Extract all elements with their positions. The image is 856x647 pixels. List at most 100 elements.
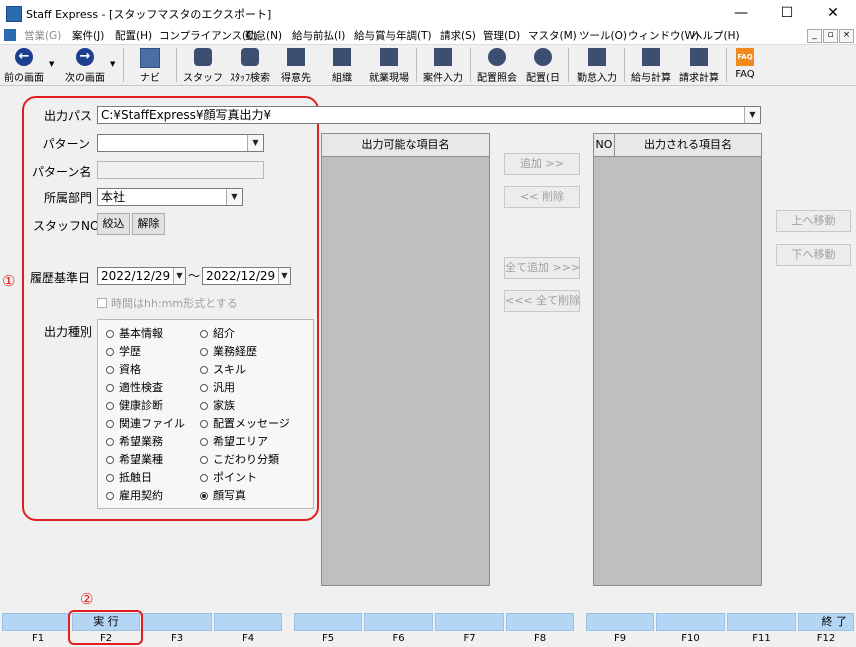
- work-site-button[interactable]: 就業現場: [366, 45, 412, 85]
- delete-all-button[interactable]: <<< 全て削除: [504, 290, 580, 312]
- radio-basic-info[interactable]: 基本情報: [106, 325, 163, 341]
- department-combobox[interactable]: 本社 ▼: [97, 188, 243, 206]
- function-key-bar: 実 行 終 了 F1 F2 F3 F4 F5 F6 F7 F8 F9 F10 F…: [0, 590, 856, 647]
- organization-button[interactable]: 組織: [322, 45, 362, 85]
- f11-label: F11: [752, 633, 771, 644]
- add-all-button[interactable]: 全て追加 >>>: [504, 257, 580, 279]
- people-calendar-icon: [534, 48, 552, 66]
- f7-key[interactable]: [435, 613, 504, 631]
- f6-key[interactable]: [364, 613, 433, 631]
- menu-compliance[interactable]: コンプライアンス(C): [159, 28, 258, 43]
- radio-placement-message[interactable]: 配置メッセージ: [200, 415, 290, 431]
- radio-related-files[interactable]: 関連ファイル: [106, 415, 185, 431]
- radio-education[interactable]: 学歴: [106, 343, 141, 359]
- release-button[interactable]: 解除: [132, 213, 165, 235]
- menu-attendance[interactable]: 勤怠(N): [245, 28, 282, 43]
- f11-key[interactable]: [727, 613, 796, 631]
- staff-button[interactable]: スタッフ: [182, 45, 224, 85]
- radio-general[interactable]: 汎用: [200, 379, 235, 395]
- radio-family[interactable]: 家族: [200, 397, 235, 413]
- menu-case[interactable]: 案件(J): [72, 28, 104, 43]
- case-input-button[interactable]: 案件入力: [420, 45, 466, 85]
- close-button[interactable]: ✕: [810, 0, 856, 26]
- available-items-list[interactable]: [321, 156, 490, 586]
- menu-window[interactable]: ウィンドウ(W): [628, 28, 699, 43]
- prev-dropdown-icon[interactable]: ▼: [49, 60, 54, 68]
- date-to-picker[interactable]: 2022/12/29 ▼: [202, 267, 291, 285]
- f5-key[interactable]: [294, 613, 362, 631]
- time-format-checkbox[interactable]: 時間はhh:mm形式とする: [97, 295, 238, 311]
- menu-admin[interactable]: 管理(D): [483, 28, 520, 43]
- radio-conflict-date[interactable]: 抵触日: [106, 469, 152, 485]
- attendance-input-button[interactable]: 勤怠入力: [574, 45, 620, 85]
- f12-label: F12: [816, 633, 836, 644]
- payroll-calc-button[interactable]: 給与計算: [628, 45, 674, 85]
- chevron-down-icon[interactable]: ▼: [744, 107, 760, 123]
- next-screen-button[interactable]: → 次の画面: [60, 45, 110, 85]
- keyboard-icon: [140, 48, 160, 68]
- menu-payroll[interactable]: 給与賞与年調(T): [354, 28, 432, 43]
- radio-desired-area[interactable]: 希望エリア: [200, 433, 268, 449]
- prev-screen-button[interactable]: ← 前の画面: [0, 45, 48, 85]
- radio-aptitude-test[interactable]: 適性検査: [106, 379, 163, 395]
- next-dropdown-icon[interactable]: ▼: [110, 60, 115, 68]
- output-items-header: 出力される項目名: [614, 133, 762, 157]
- move-down-button[interactable]: 下へ移動: [776, 244, 851, 266]
- radio-face-photo[interactable]: 顔写真: [200, 487, 246, 503]
- staff-search-button[interactable]: ｽﾀｯﾌ検索: [226, 45, 274, 85]
- output-items-list[interactable]: [593, 156, 762, 586]
- menu-help[interactable]: ヘルプ(H): [692, 28, 740, 43]
- f4-key[interactable]: [214, 613, 282, 631]
- radio-employment-contract[interactable]: 雇用契約: [106, 487, 163, 503]
- minimize-button[interactable]: —: [718, 0, 764, 26]
- radio-selected-icon: [200, 492, 208, 500]
- chevron-down-icon[interactable]: ▼: [247, 135, 263, 151]
- placement-query-button[interactable]: 配置照会: [474, 45, 520, 85]
- menu-sales[interactable]: 営業(G): [24, 28, 61, 43]
- f9-label: F9: [613, 633, 627, 644]
- narrow-down-button[interactable]: 絞込: [97, 213, 130, 235]
- history-date-label: 履歴基準日: [30, 271, 91, 285]
- maximize-button[interactable]: ☐: [764, 0, 810, 26]
- menu-tools[interactable]: ツール(O): [579, 28, 627, 43]
- client-button[interactable]: 得意先: [276, 45, 316, 85]
- radio-work-history[interactable]: 業務経歴: [200, 343, 257, 359]
- calendar-dropdown-icon[interactable]: ▼: [278, 268, 290, 284]
- radio-desired-work[interactable]: 希望業務: [106, 433, 163, 449]
- radio-health-check[interactable]: 健康診断: [106, 397, 163, 413]
- chevron-down-icon[interactable]: ▼: [226, 189, 242, 205]
- f8-key[interactable]: [506, 613, 574, 631]
- radio-skill[interactable]: スキル: [200, 361, 246, 377]
- output-path-combobox[interactable]: C:¥StaffExpress¥顔写真出力¥ ▼: [97, 106, 761, 124]
- case-input-icon: [434, 48, 452, 66]
- f1-key[interactable]: [2, 613, 70, 631]
- radio-desired-industry[interactable]: 希望業種: [106, 451, 163, 467]
- menu-billing[interactable]: 請求(S): [440, 28, 476, 43]
- mdi-close-button[interactable]: ×: [839, 29, 854, 43]
- pattern-name-input[interactable]: [97, 161, 264, 179]
- date-from-picker[interactable]: 2022/12/29 ▼: [97, 267, 186, 285]
- billing-calc-button[interactable]: 請求計算: [676, 45, 722, 85]
- navi-button[interactable]: ナビ: [130, 45, 170, 85]
- menu-placement[interactable]: 配置(H): [115, 28, 152, 43]
- faq-button[interactable]: FAQ FAQ: [730, 45, 760, 85]
- radio-qualification[interactable]: 資格: [106, 361, 141, 377]
- f9-key[interactable]: [586, 613, 654, 631]
- delete-button[interactable]: << 削除: [504, 186, 580, 208]
- add-button[interactable]: 追加 >>: [504, 153, 580, 175]
- mdi-minimize-button[interactable]: _: [807, 29, 822, 43]
- radio-point[interactable]: ポイント: [200, 469, 257, 485]
- move-up-button[interactable]: 上へ移動: [776, 210, 851, 232]
- document-icon[interactable]: [4, 29, 16, 41]
- calendar-dropdown-icon[interactable]: ▼: [173, 268, 185, 284]
- mdi-restore-button[interactable]: ▫: [823, 29, 838, 43]
- menu-master[interactable]: マスタ(M): [528, 28, 577, 43]
- f10-key[interactable]: [656, 613, 725, 631]
- f12-exit-key[interactable]: 終 了: [798, 613, 854, 631]
- menu-advance-pay[interactable]: 給与前払(I): [292, 28, 345, 43]
- pattern-combobox[interactable]: ▼: [97, 134, 264, 152]
- placement-day-button[interactable]: 配置(日: [522, 45, 564, 85]
- radio-referral[interactable]: 紹介: [200, 325, 235, 341]
- f3-key[interactable]: [142, 613, 212, 631]
- radio-preference-category[interactable]: こだわり分類: [200, 451, 279, 467]
